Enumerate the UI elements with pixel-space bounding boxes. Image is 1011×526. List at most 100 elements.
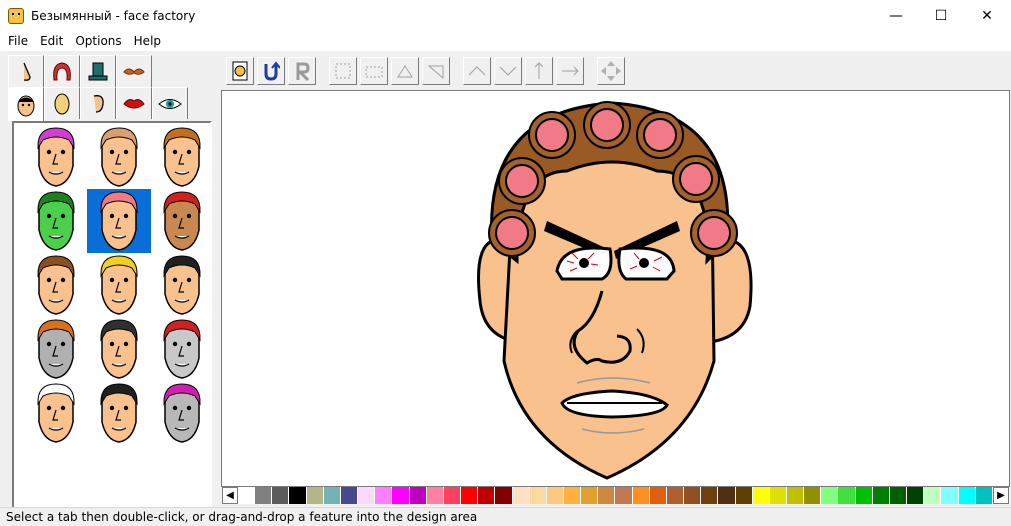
design-area[interactable] xyxy=(221,90,1010,487)
gallery-face-blonde[interactable] xyxy=(87,253,151,317)
menu-file[interactable]: File xyxy=(2,34,34,48)
color-swatch[interactable] xyxy=(238,486,256,504)
color-swatch[interactable] xyxy=(872,486,890,504)
palette-left-icon[interactable]: ◀ xyxy=(222,486,238,504)
palette-right-icon[interactable]: ▶ xyxy=(993,486,1009,504)
color-swatch[interactable] xyxy=(804,486,822,504)
color-swatch[interactable] xyxy=(924,486,942,504)
color-swatch[interactable] xyxy=(649,486,667,504)
close-button[interactable]: ✕ xyxy=(964,0,1010,31)
gallery-face-turban[interactable] xyxy=(24,381,88,445)
tool-2-button[interactable] xyxy=(360,57,388,85)
color-swatch[interactable] xyxy=(306,486,324,504)
color-swatch[interactable] xyxy=(941,486,959,504)
color-swatch[interactable] xyxy=(684,486,702,504)
color-swatch[interactable] xyxy=(701,486,719,504)
color-swatch[interactable] xyxy=(375,486,393,504)
color-swatch[interactable] xyxy=(632,486,650,504)
color-swatch[interactable] xyxy=(478,486,496,504)
undo-button[interactable] xyxy=(257,57,285,85)
color-swatch[interactable] xyxy=(581,486,599,504)
face-thumbnail xyxy=(37,255,75,315)
menu-edit[interactable]: Edit xyxy=(34,34,69,48)
color-swatch[interactable] xyxy=(769,486,787,504)
face-thumbnail xyxy=(100,127,138,187)
color-swatch[interactable] xyxy=(718,486,736,504)
gallery-face-pink-hair[interactable] xyxy=(150,381,210,445)
color-swatch[interactable] xyxy=(598,486,616,504)
color-swatch[interactable] xyxy=(855,486,873,504)
color-swatch[interactable] xyxy=(512,486,530,504)
color-swatch[interactable] xyxy=(255,486,273,504)
color-swatch[interactable] xyxy=(838,486,856,504)
tab-moustache[interactable] xyxy=(116,55,152,87)
gallery-face-curlers[interactable] xyxy=(87,189,151,253)
tab-nose[interactable] xyxy=(8,55,44,87)
flip-1-button[interactable] xyxy=(463,57,491,85)
color-swatch[interactable] xyxy=(340,486,359,504)
gallery-face-long-hair[interactable] xyxy=(24,253,88,317)
color-swatch[interactable] xyxy=(409,486,427,504)
color-swatch[interactable] xyxy=(426,486,444,504)
gallery-face-pirate[interactable] xyxy=(24,317,88,381)
color-swatch[interactable] xyxy=(787,486,805,504)
hair-icon xyxy=(53,61,71,80)
color-swatch[interactable] xyxy=(752,486,770,504)
color-swatch[interactable] xyxy=(615,486,633,504)
gallery-face-monocle-bald[interactable] xyxy=(87,125,151,189)
face-thumbnail xyxy=(100,319,138,379)
maximize-button[interactable]: ☐ xyxy=(918,0,964,31)
color-swatch[interactable] xyxy=(666,486,685,504)
new-face-button[interactable] xyxy=(226,57,254,85)
gallery-face-vampire[interactable] xyxy=(87,317,151,381)
gallery-face-spiky[interactable] xyxy=(87,381,151,445)
color-swatch[interactable] xyxy=(358,486,376,504)
color-swatch[interactable] xyxy=(546,486,564,504)
tab-head[interactable] xyxy=(8,87,44,121)
move-button[interactable] xyxy=(597,57,625,85)
color-swatch[interactable] xyxy=(563,486,582,504)
color-swatch[interactable] xyxy=(495,486,513,504)
flip-vertical-icon xyxy=(534,62,544,79)
color-swatch[interactable] xyxy=(392,486,410,504)
tab-lips[interactable] xyxy=(116,87,152,119)
tab-ear[interactable] xyxy=(80,87,116,119)
color-swatch[interactable] xyxy=(975,486,993,504)
flip-2-button[interactable] xyxy=(494,57,522,85)
flip-4-button[interactable] xyxy=(556,57,584,85)
gallery-face-sunglasses-punk[interactable] xyxy=(24,125,88,189)
gallery-face-police-hat[interactable] xyxy=(150,253,210,317)
tab-hat[interactable] xyxy=(80,55,116,87)
color-swatch[interactable] xyxy=(272,486,290,504)
tab-eye[interactable] xyxy=(152,87,188,119)
face-thumbnail xyxy=(100,383,138,443)
color-swatch[interactable] xyxy=(907,486,925,504)
gallery-face-red-beret[interactable] xyxy=(150,189,210,253)
color-swatches xyxy=(238,486,993,504)
tab-hair[interactable] xyxy=(44,55,80,87)
color-swatch[interactable] xyxy=(529,486,547,504)
redo-button[interactable] xyxy=(288,57,316,85)
tool-1-button[interactable] xyxy=(329,57,357,85)
color-swatch[interactable] xyxy=(443,486,462,504)
color-swatch[interactable] xyxy=(289,486,307,504)
tab-face-shape[interactable] xyxy=(44,87,80,119)
face-thumbnail xyxy=(163,255,201,315)
toolbar xyxy=(226,57,628,87)
color-swatch[interactable] xyxy=(323,486,341,504)
color-swatch[interactable] xyxy=(958,486,976,504)
new-face-icon xyxy=(232,61,248,81)
minimize-button[interactable]: — xyxy=(873,0,919,31)
gallery-face-striped-hat[interactable] xyxy=(150,317,210,381)
gallery-face-green-elf[interactable] xyxy=(24,189,88,253)
color-swatch[interactable] xyxy=(889,486,908,504)
tool-4-button[interactable] xyxy=(422,57,450,85)
menu-options[interactable]: Options xyxy=(69,34,127,48)
gallery-face-pigtails[interactable] xyxy=(150,125,210,189)
color-swatch[interactable] xyxy=(735,486,753,504)
color-swatch[interactable] xyxy=(821,486,839,504)
menu-help[interactable]: Help xyxy=(128,34,167,48)
color-swatch[interactable] xyxy=(461,486,479,504)
tool-3-button[interactable] xyxy=(391,57,419,85)
flip-3-button[interactable] xyxy=(525,57,553,85)
